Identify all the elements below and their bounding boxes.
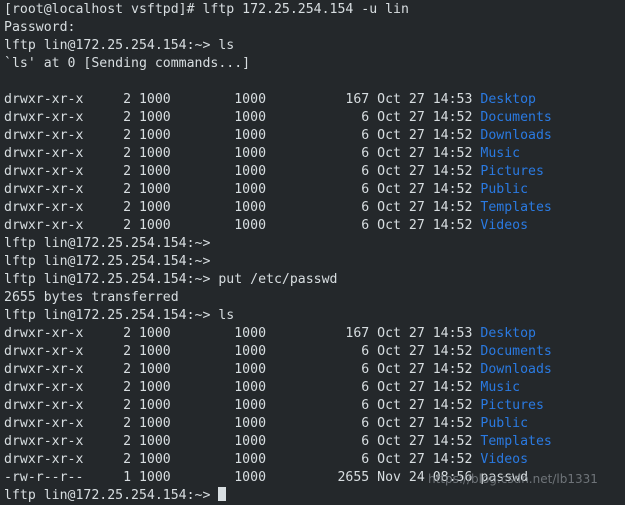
file-listing-row: drwxr-xr-x 2 1000 1000 6 Oct 27 14:52 Do… [4, 361, 625, 379]
directory-name: Downloads [480, 362, 552, 377]
output-text: 2655 bytes transferred [4, 290, 179, 305]
terminal-prompt-line: lftp lin@172.25.254.154:~> [4, 487, 625, 505]
file-listing-row: drwxr-xr-x 2 1000 1000 167 Oct 27 14:53 … [4, 91, 625, 109]
file-listing-row: drwxr-xr-x 2 1000 1000 6 Oct 27 14:52 Te… [4, 199, 625, 217]
file-listing-row: drwxr-xr-x 2 1000 1000 6 Oct 27 14:52 Pu… [4, 181, 625, 199]
directory-name: Public [480, 416, 529, 431]
command-text: [root@localhost vsftpd]# lftp 172.25.254… [4, 2, 409, 17]
file-listing-metadata: drwxr-xr-x 2 1000 1000 167 Oct 27 14:53 [4, 326, 481, 341]
file-listing-row: drwxr-xr-x 2 1000 1000 6 Oct 27 14:52 Do… [4, 343, 625, 361]
directory-name: Videos [480, 452, 529, 467]
file-listing-metadata: drwxr-xr-x 2 1000 1000 6 Oct 27 14:52 [4, 146, 481, 161]
file-listing-row: drwxr-xr-x 2 1000 1000 6 Oct 27 14:52 Te… [4, 433, 625, 451]
file-listing-metadata: drwxr-xr-x 2 1000 1000 6 Oct 27 14:52 [4, 380, 481, 395]
directory-name: Pictures [480, 164, 544, 179]
directory-name: Music [480, 146, 521, 161]
file-listing-row: drwxr-xr-x 2 1000 1000 6 Oct 27 14:52 Pu… [4, 415, 625, 433]
file-listing-row: drwxr-xr-x 2 1000 1000 6 Oct 27 14:52 Do… [4, 127, 625, 145]
directory-name: Desktop [480, 92, 536, 107]
file-listing-metadata: drwxr-xr-x 2 1000 1000 6 Oct 27 14:52 [4, 182, 481, 197]
terminal-command-line: lftp lin@172.25.254.154:~> ls [4, 37, 625, 55]
directory-name: Music [480, 380, 521, 395]
command-text: lftp lin@172.25.254.154:~> put /etc/pass… [4, 272, 338, 287]
file-listing-row: -rw-r--r-- 1 1000 1000 2655 Nov 24 08:56… [4, 469, 625, 487]
file-listing-row: drwxr-xr-x 2 1000 1000 6 Oct 27 14:52 Do… [4, 109, 625, 127]
directory-name: Templates [480, 200, 552, 215]
terminal-output-line: 2655 bytes transferred [4, 289, 625, 307]
file-listing-metadata: drwxr-xr-x 2 1000 1000 6 Oct 27 14:52 [4, 434, 481, 449]
file-listing-row: drwxr-xr-x 2 1000 1000 6 Oct 27 14:52 Pi… [4, 163, 625, 181]
terminal-command-line: lftp lin@172.25.254.154:~> [4, 253, 625, 271]
command-text: lftp lin@172.25.254.154:~> ls [4, 38, 235, 53]
file-listing-row: drwxr-xr-x 2 1000 1000 167 Oct 27 14:53 … [4, 325, 625, 343]
directory-name: Videos [480, 218, 529, 233]
output-text: `ls' at 0 [Sending commands...] [4, 56, 251, 71]
command-text: lftp lin@172.25.254.154:~> ls [4, 308, 235, 323]
terminal-output-line: Password: [4, 19, 625, 37]
file-name: passwd [480, 470, 529, 485]
terminal-command-line: lftp lin@172.25.254.154:~> [4, 235, 625, 253]
directory-name: Desktop [480, 326, 536, 341]
file-listing-row: drwxr-xr-x 2 1000 1000 6 Oct 27 14:52 Vi… [4, 451, 625, 469]
file-listing-metadata: drwxr-xr-x 2 1000 1000 6 Oct 27 14:52 [4, 398, 481, 413]
command-text: lftp lin@172.25.254.154:~> [4, 254, 211, 269]
file-listing-metadata: drwxr-xr-x 2 1000 1000 6 Oct 27 14:52 [4, 344, 481, 359]
file-listing-metadata: drwxr-xr-x 2 1000 1000 6 Oct 27 14:52 [4, 362, 481, 377]
output-text: Password: [4, 20, 76, 35]
file-listing-row: drwxr-xr-x 2 1000 1000 6 Oct 27 14:52 Pi… [4, 397, 625, 415]
terminal-command-line: [root@localhost vsftpd]# lftp 172.25.254… [4, 1, 625, 19]
directory-name: Pictures [480, 398, 544, 413]
prompt-text: lftp lin@172.25.254.154:~> [4, 488, 219, 503]
file-listing-metadata: -rw-r--r-- 1 1000 1000 2655 Nov 24 08:56 [4, 470, 481, 485]
terminal-window[interactable]: [root@localhost vsftpd]# lftp 172.25.254… [0, 0, 625, 505]
file-listing-metadata: drwxr-xr-x 2 1000 1000 167 Oct 27 14:53 [4, 92, 481, 107]
terminal-output-line: `ls' at 0 [Sending commands...] [4, 55, 625, 73]
directory-name: Documents [480, 110, 552, 125]
text-cursor[interactable] [218, 487, 227, 501]
directory-name: Downloads [480, 128, 552, 143]
terminal-command-line: lftp lin@172.25.254.154:~> put /etc/pass… [4, 271, 625, 289]
directory-name: Documents [480, 344, 552, 359]
directory-name: Templates [480, 434, 552, 449]
file-listing-metadata: drwxr-xr-x 2 1000 1000 6 Oct 27 14:52 [4, 200, 481, 215]
command-text: lftp lin@172.25.254.154:~> [4, 236, 211, 251]
terminal-command-line: lftp lin@172.25.254.154:~> ls [4, 307, 625, 325]
file-listing-row: drwxr-xr-x 2 1000 1000 6 Oct 27 14:52 Mu… [4, 379, 625, 397]
file-listing-metadata: drwxr-xr-x 2 1000 1000 6 Oct 27 14:52 [4, 110, 481, 125]
file-listing-row: drwxr-xr-x 2 1000 1000 6 Oct 27 14:52 Vi… [4, 217, 625, 235]
file-listing-metadata: drwxr-xr-x 2 1000 1000 6 Oct 27 14:52 [4, 128, 481, 143]
directory-name: Public [480, 182, 529, 197]
terminal-screen[interactable]: [root@localhost vsftpd]# lftp 172.25.254… [4, 1, 625, 505]
file-listing-metadata: drwxr-xr-x 2 1000 1000 6 Oct 27 14:52 [4, 416, 481, 431]
file-listing-metadata: drwxr-xr-x 2 1000 1000 6 Oct 27 14:52 [4, 452, 481, 467]
file-listing-metadata: drwxr-xr-x 2 1000 1000 6 Oct 27 14:52 [4, 218, 481, 233]
file-listing-metadata: drwxr-xr-x 2 1000 1000 6 Oct 27 14:52 [4, 164, 481, 179]
file-listing-row: drwxr-xr-x 2 1000 1000 6 Oct 27 14:52 Mu… [4, 145, 625, 163]
